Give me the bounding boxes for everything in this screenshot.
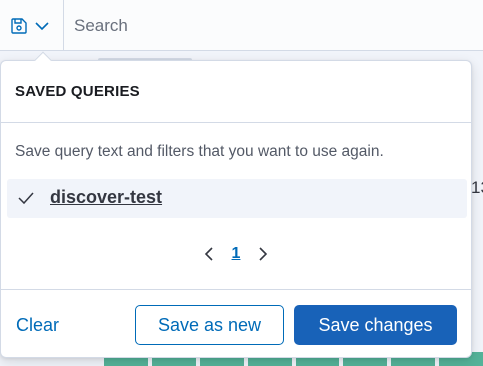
saved-query-label[interactable]: discover-test [50, 187, 162, 208]
popover-title: SAVED QUERIES [15, 83, 140, 100]
saved-query-item[interactable]: discover-test [7, 179, 467, 218]
background-hit-count: 13 [471, 178, 483, 197]
pagination: 1 [1, 241, 471, 267]
footer-divider [1, 289, 471, 290]
app-stage: 13 2 [0, 0, 483, 366]
chevron-right-icon[interactable] [256, 244, 270, 264]
save-icon [10, 17, 28, 35]
pagination-page-current[interactable]: 1 [232, 245, 241, 263]
save-as-new-button[interactable]: Save as new [135, 305, 284, 345]
header-divider [1, 122, 471, 123]
saved-queries-popover: SAVED QUERIES Save query text and filter… [0, 51, 472, 358]
chevron-down-icon [34, 18, 50, 34]
search-input[interactable] [64, 0, 483, 51]
saved-query-menu-button[interactable] [0, 0, 64, 51]
popover-footer: Clear Save as new Save changes [1, 305, 471, 345]
check-icon [17, 190, 35, 211]
popover-description: Save query text and filters that you wan… [15, 143, 384, 160]
save-changes-button[interactable]: Save changes [294, 305, 457, 345]
clear-button[interactable]: Clear [16, 315, 59, 336]
popover-arrow [34, 51, 52, 69]
query-bar [0, 0, 483, 51]
chevron-left-icon[interactable] [202, 244, 216, 264]
